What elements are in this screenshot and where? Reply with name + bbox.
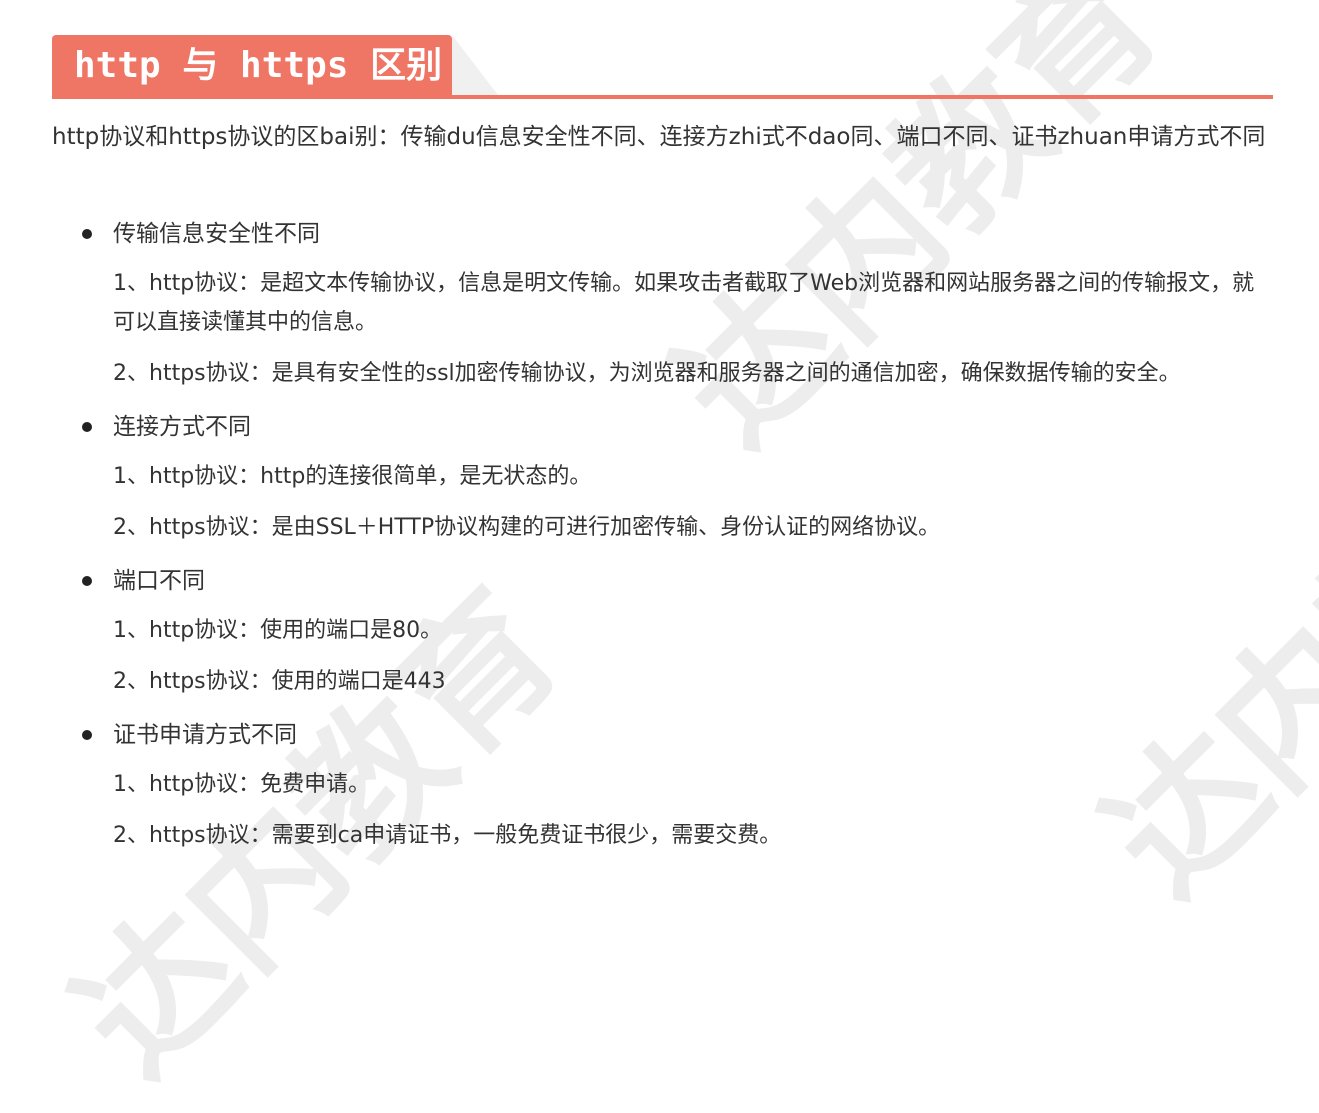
page-title: http 与 https 区别 [52, 35, 452, 95]
section-title: 连接方式不同 [52, 405, 1267, 449]
section-header: http 与 https 区别 [52, 35, 1273, 99]
list-item: 2、https协议：需要到ca申请证书，一般免费证书很少，需要交费。 [113, 823, 782, 848]
section-title-text: 传输信息安全性不同 [113, 221, 320, 247]
list-item: 1、http协议：使用的端口是80。 [113, 618, 443, 643]
section-title-text: 证书申请方式不同 [113, 722, 297, 748]
bullet-icon [82, 229, 92, 239]
section-title-text: 连接方式不同 [113, 414, 251, 440]
list-item: 1、http协议：http的连接很简单，是无状态的。 [113, 464, 592, 489]
list-item: 2、https协议：是具有安全性的ssl加密传输协议，为浏览器和服务器之间的通信… [113, 361, 1181, 386]
section-title: 端口不同 [52, 559, 1267, 603]
difference-list: 传输信息安全性不同 1、http协议：是超文本传输协议，信息是明文传输。如果攻击… [52, 212, 1267, 867]
section-title: 证书申请方式不同 [52, 713, 1267, 757]
list-item: 2、https协议：使用的端口是443 [113, 669, 446, 694]
title-underline [52, 95, 1273, 99]
list-item: 1、http协议：是超文本传输协议，信息是明文传输。如果攻击者截取了Web浏览器… [113, 271, 1255, 335]
list-item: 1、http协议：免费申请。 [113, 772, 371, 797]
section-title: 传输信息安全性不同 [52, 212, 1267, 256]
bullet-icon [82, 730, 92, 740]
bullet-icon [82, 422, 92, 432]
list-item: 2、https协议：是由SSL＋HTTP协议构建的可进行加密传输、身份认证的网络… [113, 515, 941, 540]
intro-paragraph: http协议和https协议的区bai别：传输du信息安全性不同、连接方zhi式… [52, 124, 1266, 150]
title-tab-decoration [452, 35, 498, 95]
bullet-icon [82, 576, 92, 586]
section-title-text: 端口不同 [113, 568, 205, 594]
